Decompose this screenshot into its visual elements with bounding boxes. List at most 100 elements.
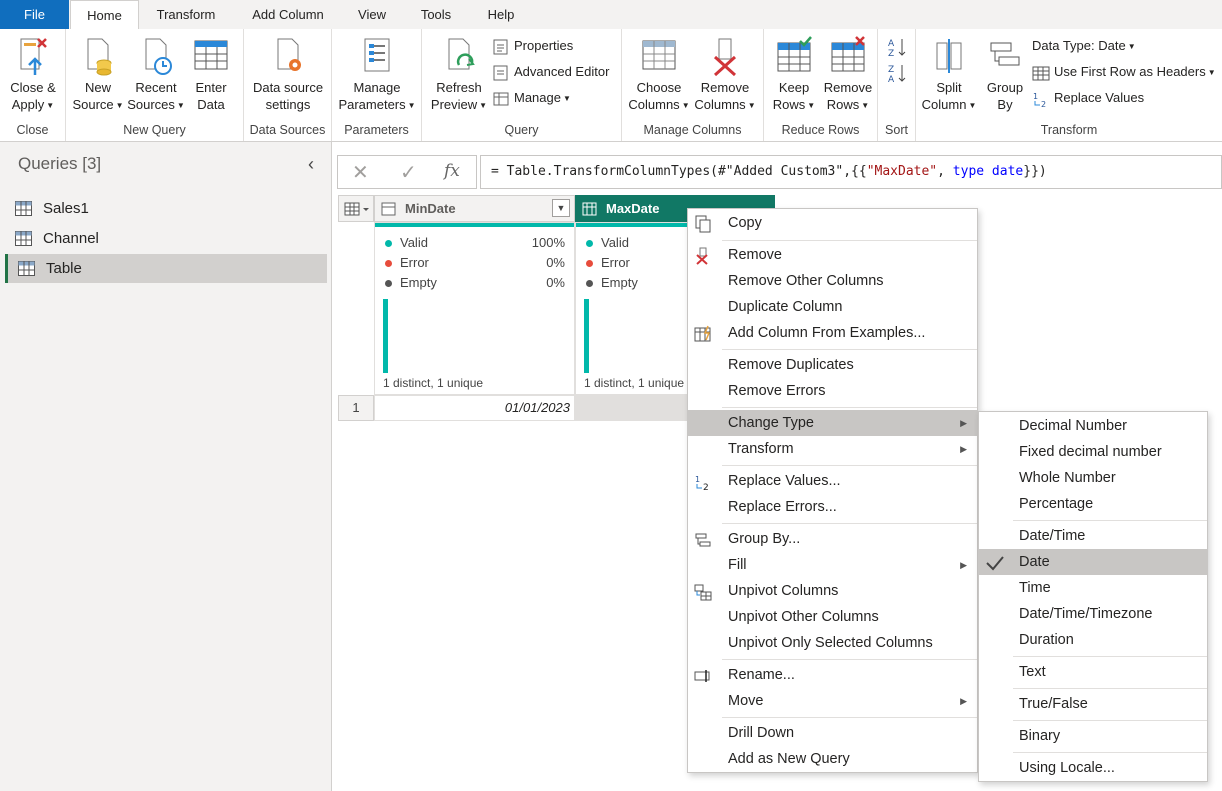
split-column-button[interactable]: Split Column ▼ [920,33,978,114]
type-datetime[interactable]: Date/Time [979,523,1207,549]
filter-dropdown-icon[interactable]: ▼ [552,199,570,217]
table-menu-button[interactable] [338,195,374,222]
tab-home[interactable]: Home [70,0,139,30]
distribution-bar [383,299,388,373]
type-whole-number[interactable]: Whole Number [979,465,1207,491]
formula-type-name: date [984,164,1024,179]
replace-values-button[interactable]: 1 2 Replace Values [1032,87,1144,109]
remove-rows-button[interactable]: Remove Rows ▼ [820,33,876,114]
properties-label: Properties [514,38,574,53]
chevron-down-icon: ▼ [968,101,977,111]
collapse-pane-icon[interactable]: ‹ [308,154,314,175]
svg-text:Z: Z [888,49,894,58]
menu-item-duplicate-column[interactable]: Duplicate Column [688,294,977,320]
menu-item-add-column-from-examples[interactable]: Add Column From Examples... [688,320,977,346]
menu-item-unpivot-other-columns[interactable]: Unpivot Other Columns [688,604,977,630]
keep-rows-icon [777,36,812,72]
type-using-locale[interactable]: Using Locale... [979,755,1207,781]
menu-item-transform[interactable]: Transform ▶ [688,436,977,462]
tab-tools[interactable]: Tools [412,0,460,29]
menu-item-remove-duplicates[interactable]: Remove Duplicates [688,352,977,378]
tab-view[interactable]: View [348,0,396,29]
column-name: MaxDate [606,201,660,216]
column-header-mindate[interactable]: MinDate ▼ [374,195,575,222]
formula-mid: , [937,164,953,179]
tab-transform[interactable]: Transform [142,0,230,29]
table-icon [18,261,35,276]
menu-item-remove-errors[interactable]: Remove Errors [688,378,977,404]
query-item-sales1[interactable]: Sales1 [5,194,327,223]
tab-add-column[interactable]: Add Column [240,0,336,29]
group-label-transform: Transform [1040,123,1098,137]
chevron-right-icon: ▶ [960,418,967,428]
type-duration[interactable]: Duration [979,627,1207,653]
use-first-row-headers-button[interactable]: Use First Row as Headers ▼ [1032,61,1216,83]
new-source-icon [87,38,112,76]
type-binary[interactable]: Binary [979,723,1207,749]
cancel-formula-icon[interactable]: ✕ [352,160,369,185]
manage-parameters-button[interactable]: Manage Parameters ▼ [336,33,418,114]
menu-item-unpivot-only-selected[interactable]: Unpivot Only Selected Columns [688,630,977,656]
menu-item-copy[interactable]: Copy [688,210,977,236]
menu-item-drill-down[interactable]: Drill Down [688,720,977,746]
type-date[interactable]: Date [979,549,1207,575]
data-source-settings-button[interactable]: Data source settings [248,33,328,113]
menu-item-change-type[interactable]: Change Type ▶ [688,410,977,436]
query-item-table[interactable]: Table [5,254,327,283]
tab-file[interactable]: File [0,0,69,29]
type-true-false[interactable]: True/False [979,691,1207,717]
menu-item-unpivot-columns[interactable]: Unpivot Columns [688,578,977,604]
type-fixed-decimal[interactable]: Fixed decimal number [979,439,1207,465]
recent-sources-button[interactable]: Recent Sources ▼ [126,33,186,114]
menu-item-group-by[interactable]: Group By... [688,526,977,552]
type-time[interactable]: Time [979,575,1207,601]
data-source-label-1: Data source [252,80,324,95]
replace-values-icon: 12 [695,475,709,491]
menu-item-move[interactable]: Move ▶ [688,688,977,714]
chevron-down-icon: ▼ [747,101,756,111]
remove-columns-button[interactable]: Remove Columns ▼ [692,33,758,114]
advanced-editor-button[interactable]: Advanced Editor [492,61,609,83]
formula-input[interactable]: = Table.TransformColumnTypes(#"Added Cus… [480,155,1222,189]
properties-button[interactable]: Properties [492,35,573,57]
formula-suffix: }}) [1023,164,1047,179]
menu-item-rename[interactable]: Rename... [688,662,977,688]
type-text[interactable]: Text [979,659,1207,685]
chevron-down-icon: ▼ [861,101,870,111]
new-source-button[interactable]: New Source ▼ [70,33,126,114]
remove-icon [696,247,708,265]
data-source-settings-icon [277,38,301,71]
rename-icon [694,670,710,682]
refresh-preview-button[interactable]: Refresh Preview ▼ [426,33,492,114]
group-query: Refresh Preview ▼ Properties Advanced Edi… [422,29,622,141]
tab-help[interactable]: Help [478,0,524,29]
menu-item-remove-other-columns[interactable]: Remove Other Columns [688,268,977,294]
confirm-formula-icon[interactable]: ✓ [400,160,417,185]
enter-data-button[interactable]: Enter Data [186,33,236,113]
menu-item-add-as-new-query[interactable]: Add as New Query [688,746,977,772]
choose-columns-button[interactable]: Choose Columns ▼ [626,33,692,114]
group-label-sort: Sort [885,123,908,137]
remove-rows-label-1: Remove [823,80,873,95]
sort-descending-button[interactable]: ZA [886,61,912,85]
cell-maxdate[interactable] [575,395,688,421]
type-percentage[interactable]: Percentage [979,491,1207,517]
chevron-down-icon: ▼ [1127,41,1136,51]
menu-item-replace-values[interactable]: 12 Replace Values... [688,468,977,494]
close-apply-button[interactable]: Close & Apply ▼ [4,33,62,114]
group-by-button[interactable]: Group By [980,33,1030,113]
advanced-editor-icon [493,65,508,81]
keep-rows-label-1: Keep [778,80,810,95]
fx-icon[interactable]: fx [444,161,460,181]
menu-item-remove[interactable]: Remove [688,242,977,268]
query-item-channel[interactable]: Channel [5,224,327,253]
menu-item-replace-errors[interactable]: Replace Errors... [688,494,977,520]
type-decimal-number[interactable]: Decimal Number [979,413,1207,439]
sort-ascending-button[interactable]: AZ [886,35,912,59]
cell-mindate[interactable]: 01/01/2023 [374,395,575,421]
manage-button[interactable]: Manage ▼ [492,87,571,109]
keep-rows-button[interactable]: Keep Rows ▼ [768,33,820,114]
menu-item-fill[interactable]: Fill ▶ [688,552,977,578]
type-datetime-timezone[interactable]: Date/Time/Timezone [979,601,1207,627]
data-type-dropdown[interactable]: Data Type: Date ▼ [1032,35,1136,57]
